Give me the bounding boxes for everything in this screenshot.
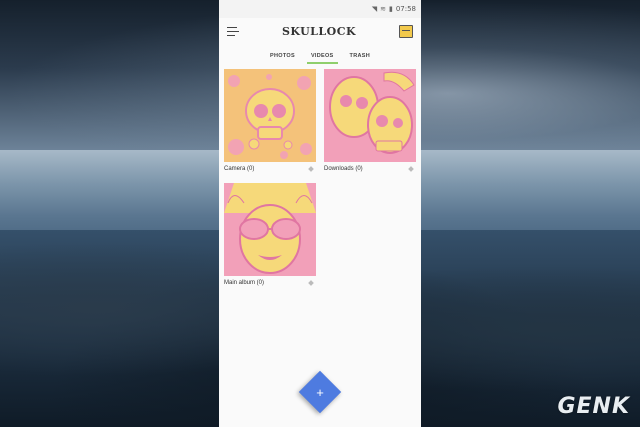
album-main[interactable]: Main album (0) [224,183,316,290]
diamond-icon[interactable] [308,166,314,172]
status-time: 07:58 [395,5,416,13]
album-downloads[interactable]: Downloads (0) [324,69,416,176]
phone-screen: ◥ ≋ ▮ 07:58 SKULLOCK PHOTOS VIDEOS TRASH [219,0,421,427]
hamburger-menu-icon[interactable] [227,26,239,36]
album-grid: Camera (0) Downloads (0) Main album (0) [219,64,421,290]
add-album-button[interactable] [298,370,342,414]
app-logo: SKULLOCK [282,25,356,38]
tab-bar: PHOTOS VIDEOS TRASH [219,44,421,64]
signal-icon: ◥ [371,5,378,13]
album-label: Camera (0) [224,166,255,172]
album-thumbnail [224,69,316,162]
status-bar: ◥ ≋ ▮ 07:58 [219,0,421,18]
album-thumbnail [324,69,416,162]
album-label: Main album (0) [224,280,265,286]
shop-icon[interactable] [398,24,413,38]
album-camera[interactable]: Camera (0) [224,69,316,176]
tab-trash[interactable]: TRASH [342,53,378,64]
watermark-logo: GENK [557,394,630,419]
top-bar: SKULLOCK [219,18,421,44]
album-label: Downloads (0) [324,166,363,172]
diamond-icon[interactable] [308,280,314,286]
tab-photos[interactable]: PHOTOS [262,53,303,64]
album-thumbnail [224,183,316,276]
diamond-icon[interactable] [408,166,414,172]
battery-icon: ▮ [388,5,393,13]
wifi-icon: ≋ [380,5,386,13]
tab-videos[interactable]: VIDEOS [303,53,342,64]
app-logo-text: SKULLOCK [281,24,357,38]
